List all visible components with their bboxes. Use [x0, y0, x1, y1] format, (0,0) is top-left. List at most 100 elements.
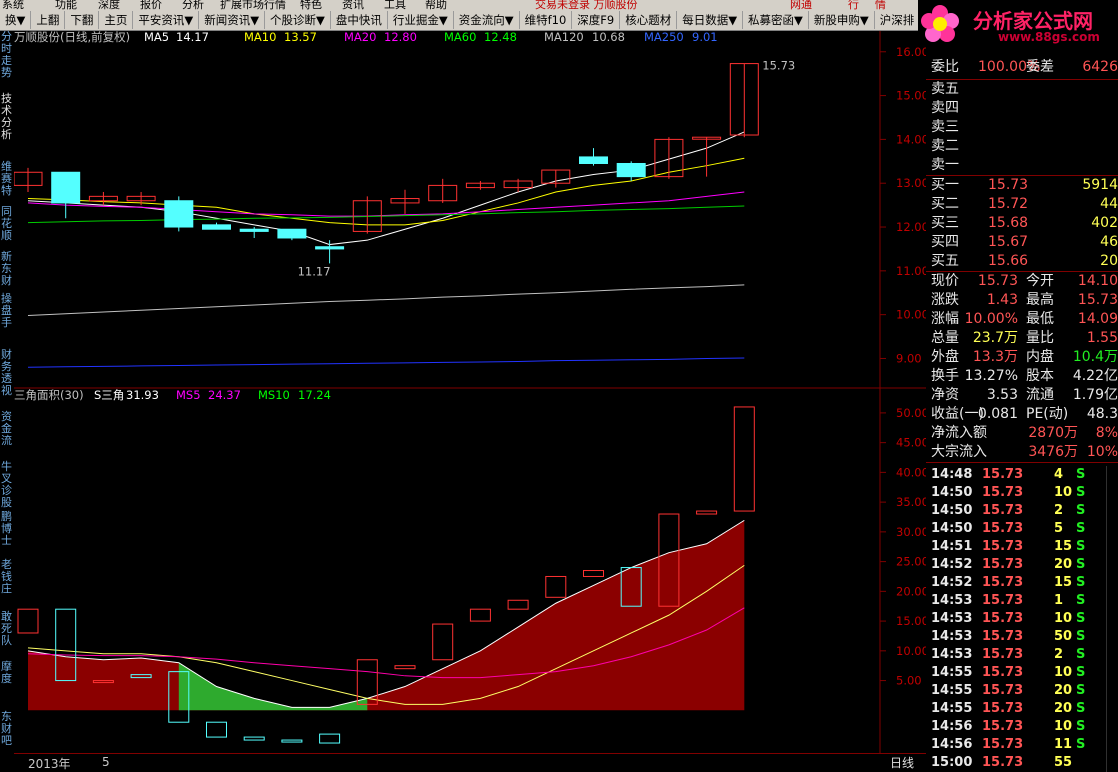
toolbar-item-16[interactable]: 沪深排: [875, 11, 921, 29]
candle-body[interactable]: [277, 228, 307, 239]
buy-price: 15.67: [988, 234, 1029, 250]
tick-vol: 20: [1054, 557, 1073, 572]
left-tab-13[interactable]: 东财吧: [0, 711, 13, 747]
left-tab-12[interactable]: 摩度: [0, 661, 13, 685]
indicator-candle[interactable]: [206, 721, 227, 738]
candle-body[interactable]: [616, 162, 646, 178]
left-tab-5[interactable]: 操盘手: [0, 293, 13, 329]
stat-label: 总量: [931, 330, 959, 346]
candle-body[interactable]: [579, 156, 608, 164]
left-tab-11[interactable]: 敢死队: [0, 611, 13, 647]
left-tab-3[interactable]: 同花顺: [0, 206, 13, 242]
stat-row: 总量 23.7万 量比 1.55: [926, 329, 1118, 348]
indicator-candle[interactable]: [394, 665, 416, 670]
weicha-value: 6426: [1082, 59, 1118, 75]
quote-button[interactable]: 行: [848, 0, 859, 10]
indicator-name: MA250: [644, 31, 684, 44]
y-tick-label: 40.00: [896, 465, 926, 479]
candle-body[interactable]: [164, 200, 194, 228]
indicator-candle[interactable]: [243, 736, 265, 741]
candle-body[interactable]: [202, 224, 231, 230]
toolbar-item-8[interactable]: 行业掘金▼: [388, 11, 454, 29]
quote-button-2[interactable]: 情: [875, 0, 886, 10]
month-label: 5: [102, 755, 110, 769]
toolbar-item-11[interactable]: 深度F9: [572, 11, 621, 29]
flow-row: 净流入额 2870万 8%: [926, 424, 1118, 443]
menu-item-depth[interactable]: 深度: [98, 0, 120, 10]
divider: [926, 462, 1118, 463]
toolbar-item-15[interactable]: 新股申购▼: [809, 11, 875, 29]
indicator-candle[interactable]: [507, 599, 529, 610]
left-tab-4[interactable]: 新东财: [0, 251, 13, 287]
left-tab-1[interactable]: 技术分析: [0, 93, 13, 141]
indicator-candle[interactable]: [281, 739, 303, 743]
toolbar-item-9[interactable]: 资金流向▼: [454, 11, 520, 29]
left-tab-10[interactable]: 老钱庄: [0, 559, 13, 595]
left-tab-2[interactable]: 维赛特: [0, 161, 13, 197]
toolbar-item-4[interactable]: 平安资讯▼: [133, 11, 200, 29]
sell-row: 卖一: [926, 156, 1118, 175]
tick-price: 15.73: [982, 539, 1024, 554]
weicha-label: 委差: [1026, 59, 1054, 75]
indicator-value: 24.37: [208, 388, 241, 402]
toolbar-item-13[interactable]: 每日数据▼: [677, 11, 744, 29]
stat-label2: 最高: [1026, 292, 1054, 308]
tick-vol: 50: [1054, 629, 1073, 644]
menu-item-news[interactable]: 资讯: [342, 0, 364, 10]
tick-side: S: [1076, 629, 1086, 644]
chart-area[interactable]: 16.00 15.00 14.00 13.00 12.00 11.00 10.00 9.00 万…: [13, 30, 929, 753]
tick-scroll-strip[interactable]: [1106, 466, 1118, 772]
menu-item-tools[interactable]: 工具: [384, 0, 406, 10]
menu-item-extended-market[interactable]: 扩展市场行情: [220, 0, 286, 10]
indicator-candle[interactable]: [469, 608, 491, 622]
toolbar-item-0[interactable]: 换▼: [0, 11, 32, 29]
toolbar-item-1[interactable]: 上翻: [31, 11, 66, 29]
stat-label: 收益(一): [931, 406, 984, 422]
indicator-candle[interactable]: [17, 608, 39, 634]
stat-row: 收益(一) 0.081 PE(动) 48.3: [926, 405, 1118, 424]
stat-value: 23.7万: [972, 330, 1018, 346]
indicator-candle[interactable]: [733, 406, 755, 512]
candle-body[interactable]: [51, 171, 81, 204]
kline-chart[interactable]: 16.00 15.00 14.00 13.00 12.00 11.00 10.00 9.00 万…: [13, 30, 929, 753]
toolbar-item-3[interactable]: 主页: [99, 11, 134, 29]
buy-vol: 46: [1100, 234, 1118, 250]
tick-price: 15.73: [982, 647, 1024, 662]
toolbar-item-10[interactable]: 维特f10: [520, 11, 573, 29]
indicator-candle[interactable]: [432, 623, 454, 661]
indicator-candle[interactable]: [696, 510, 718, 515]
toolbar-item-7[interactable]: 盘中快讯: [331, 11, 388, 29]
indicator-value: 10.68: [592, 31, 625, 44]
toolbar-item-14[interactable]: 私募密函▼: [743, 11, 809, 29]
toolbar-item-12[interactable]: 核心题材: [620, 11, 678, 29]
menu-item-help[interactable]: 帮助: [425, 0, 447, 10]
indicator-candle[interactable]: [583, 570, 604, 577]
indicator-candle[interactable]: [545, 575, 567, 598]
indicator-candle[interactable]: [319, 733, 341, 744]
toolbar-item-2[interactable]: 下翻: [65, 11, 100, 29]
tick-side: S: [1076, 611, 1086, 626]
left-tab-7[interactable]: 资金流: [0, 411, 13, 447]
left-tab-0[interactable]: 分时走势: [0, 31, 13, 79]
left-tab-6[interactable]: 财务透视: [0, 349, 13, 397]
left-tab-8[interactable]: 牛叉诊股: [0, 461, 13, 509]
stat-value2: 1.79亿: [1072, 387, 1118, 403]
buy-row: 买五 15.66 20: [926, 252, 1118, 271]
ma-line-ma5: [27, 131, 745, 246]
toolbar-item-5[interactable]: 新闻资讯▼: [199, 11, 266, 29]
menu-item-quote[interactable]: 报价: [140, 0, 162, 10]
tick-vol: 11: [1054, 737, 1073, 752]
toolbar-item-6[interactable]: 个股诊断▼: [265, 11, 331, 29]
menu-item-system[interactable]: 系统: [2, 0, 24, 10]
period-label[interactable]: 日线: [890, 754, 914, 771]
left-tab-9[interactable]: 鹏博士: [0, 511, 13, 547]
menu-item-featured[interactable]: 特色: [300, 0, 322, 10]
stat-label2: PE(动): [1026, 406, 1069, 422]
tick-row: 14:50 15.73 2 S: [926, 502, 1118, 520]
candle-body[interactable]: [239, 228, 269, 232]
net-button[interactable]: 网通: [790, 0, 812, 10]
menu-item-function[interactable]: 功能: [55, 0, 77, 10]
candle-body[interactable]: [315, 246, 345, 250]
indicator-name: MA60: [444, 31, 476, 44]
menu-item-analysis[interactable]: 分析: [182, 0, 204, 10]
